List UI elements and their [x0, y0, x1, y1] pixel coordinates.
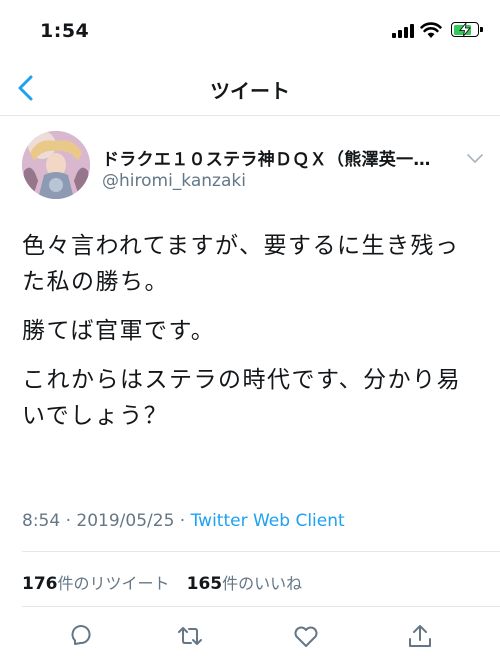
client-link[interactable]: Twitter Web Client: [191, 511, 345, 531]
tweet-stats: 176件のリツイート 165件のいいね: [22, 570, 314, 594]
likes-stat[interactable]: 165件のいいね: [186, 574, 303, 594]
more-options-button[interactable]: [466, 150, 484, 163]
tweet-time: 8:54: [22, 511, 61, 531]
tweet-date: 2019/05/25: [76, 511, 175, 531]
nav-header: ツイート: [0, 60, 500, 116]
share-icon: [409, 625, 431, 647]
retweet-icon: [178, 627, 202, 645]
divider: [22, 606, 500, 607]
tweet-text: 色々言われてますが、要するに生き残った私の勝ち。 勝てば官軍です。 これからはス…: [22, 228, 482, 447]
divider: [22, 551, 500, 552]
meta-separator: ·: [174, 511, 191, 531]
like-button[interactable]: [292, 622, 320, 650]
cellular-signal-icon: [392, 24, 414, 38]
status-time: 1:54: [40, 20, 90, 42]
username[interactable]: @hiromi_kanzaki: [102, 171, 246, 191]
retweet-button[interactable]: [176, 622, 204, 650]
likes-count: 165: [186, 574, 223, 594]
page-title: ツイート: [210, 79, 290, 103]
likes-label: 件のいいね: [222, 574, 303, 593]
status-bar: 1:54: [0, 0, 500, 60]
tweet-paragraph: 勝てば官軍です。: [22, 318, 216, 344]
retweets-count: 176: [22, 574, 58, 594]
tweet-paragraph: 色々言われてますが、要するに生き残った私の勝ち。: [22, 233, 460, 295]
avatar-image: [22, 131, 90, 199]
wifi-icon: [420, 22, 442, 38]
tweet-paragraph: これからはステラの時代です、分かり易いでしょう？: [22, 367, 462, 429]
chevron-down-icon: [467, 154, 483, 163]
tweet-meta: 8:54 · 2019/05/25 · Twitter Web Client: [22, 511, 345, 531]
battery-cap: [480, 27, 483, 32]
meta-separator: ·: [60, 511, 77, 531]
charging-bolt-icon: [459, 23, 471, 36]
retweets-label: 件のリツイート: [57, 574, 170, 593]
reply-button[interactable]: [66, 622, 94, 650]
reply-icon: [71, 625, 91, 645]
display-name[interactable]: ドラクエ１０ステラ神ＤＱＸ（熊澤英一…: [102, 145, 457, 170]
avatar[interactable]: [22, 131, 90, 199]
retweets-stat[interactable]: 176件のリツイート: [22, 574, 170, 594]
like-icon: [294, 626, 318, 647]
share-button[interactable]: [406, 622, 434, 650]
